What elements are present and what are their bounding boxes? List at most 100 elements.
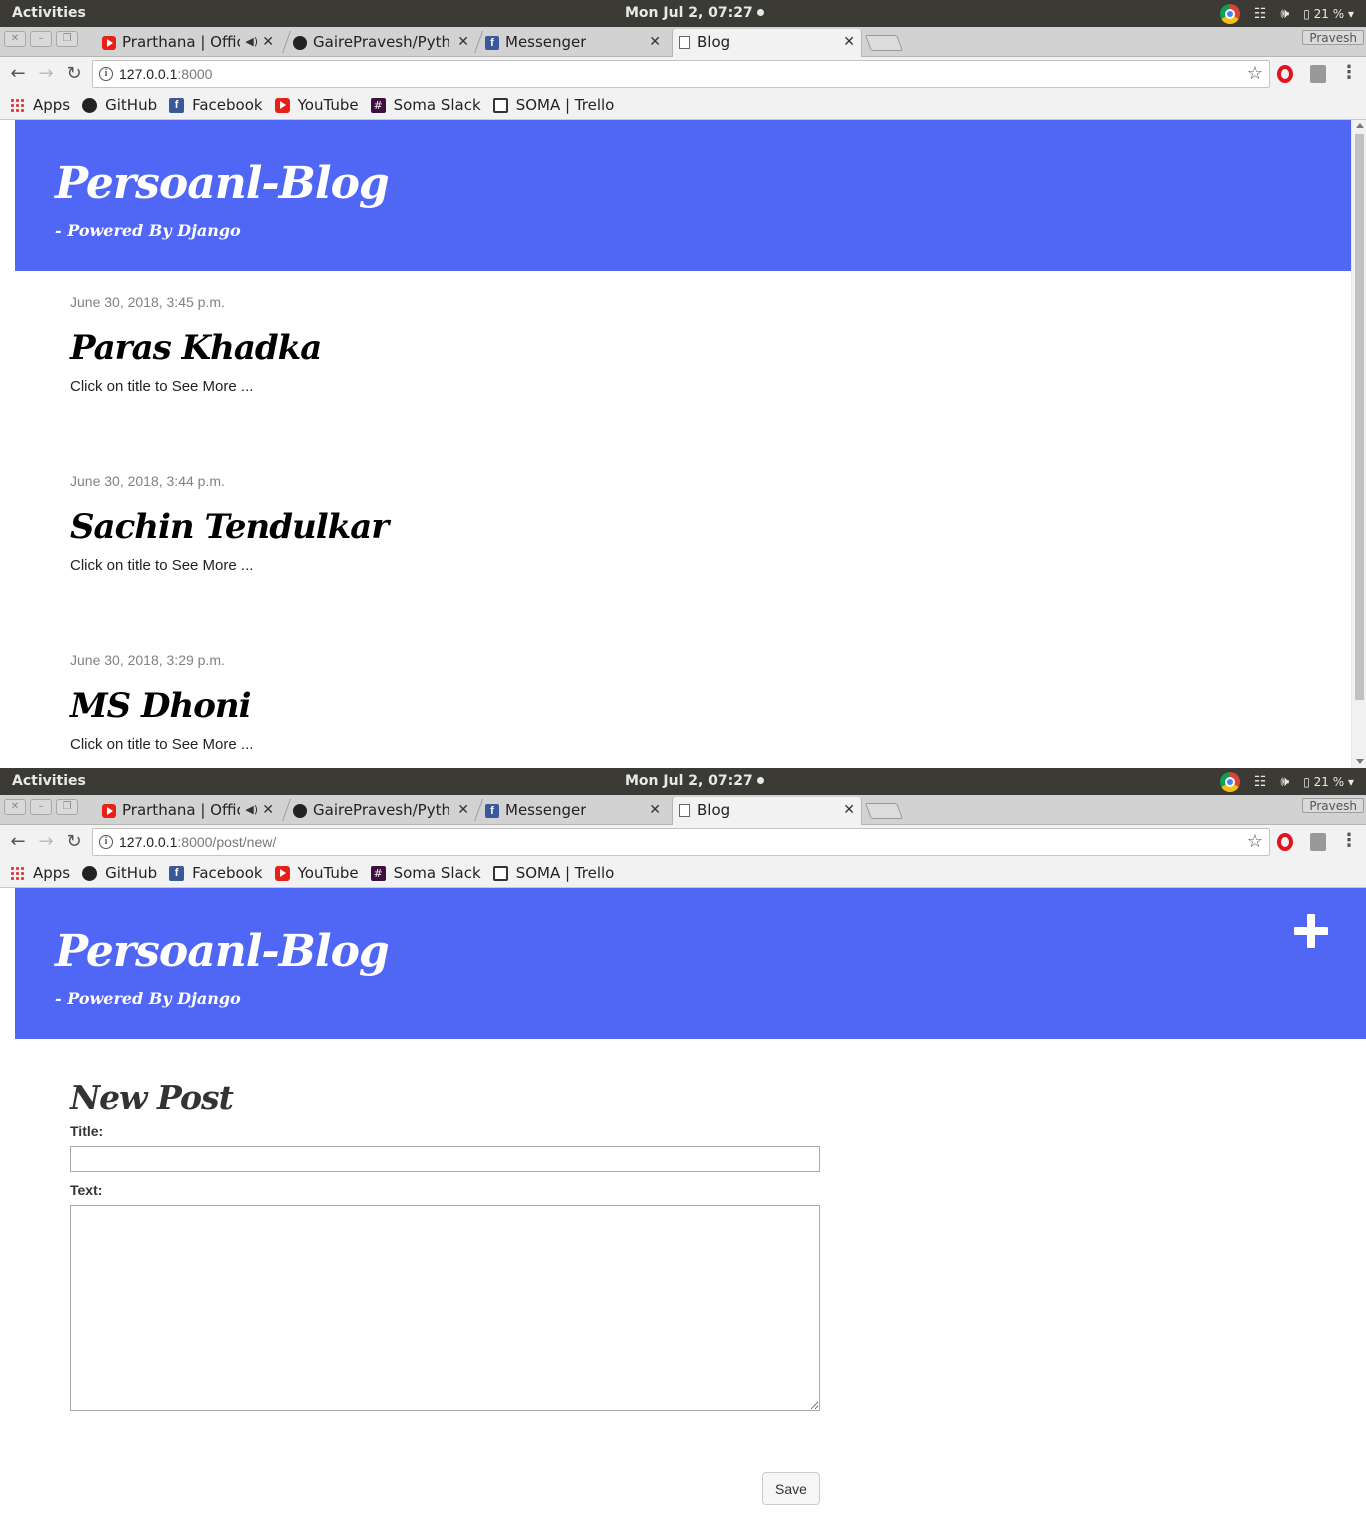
close-tab-icon[interactable]: ✕ [843,797,855,823]
address-bar[interactable]: i 127.0.0.1:8000 ☆ [92,60,1270,88]
new-tab-button[interactable] [865,35,903,51]
scroll-up-arrow-icon[interactable] [1356,123,1364,128]
github-icon [293,36,307,50]
maximize-window-icon[interactable]: ❐ [56,799,78,815]
system-tray[interactable]: ☷ 🕪 ▯ 21 % ▾ [1219,771,1354,793]
close-tab-icon[interactable]: ✕ [649,797,661,823]
close-tab-icon[interactable]: ✕ [457,29,469,55]
back-arrow-icon[interactable]: ← [6,62,30,86]
battery-status[interactable]: ▯ 21 % ▾ [1303,775,1354,789]
battery-status[interactable]: ▯ 21 % ▾ [1303,7,1354,21]
url-text[interactable]: 127.0.0.1:8000/post/new/ [119,834,276,850]
scrollbar-thumb[interactable] [1355,134,1364,700]
chrome-icon[interactable] [1219,772,1240,792]
url-host: 127.0.0.1 [119,834,178,850]
screenshot-new-post: Activities Mon Jul 2, 07:27 ☷ 🕪 ▯ 21 % ▾… [0,768,1366,1536]
tab-github[interactable]: GairePravesh/Pytho ✕ [289,797,475,825]
extension-icon[interactable] [1310,833,1326,851]
vertical-scrollbar[interactable] [1351,120,1366,768]
bookmark-soma-trello[interactable]: SOMA | Trello [492,864,614,882]
new-tab-button[interactable] [865,803,903,819]
url-text[interactable]: 127.0.0.1:8000 [119,66,212,82]
clock[interactable]: Mon Jul 2, 07:27 [625,5,764,21]
activities-button[interactable]: Activities [12,5,86,21]
volume-icon[interactable]: 🕪 [1280,774,1289,790]
reload-icon[interactable]: ↻ [62,62,86,86]
battery-icon: ▯ [1303,7,1314,21]
page-content: Persoanl-Blog - Powered By Django June 3… [0,120,1366,768]
bookmark-youtube[interactable]: YouTube [274,864,359,882]
minimize-window-icon[interactable]: – [30,799,52,815]
clock-text: Mon Jul 2, 07:27 [625,773,753,789]
opera-vpn-icon[interactable] [1277,65,1293,83]
add-post-plus-icon[interactable] [1294,914,1328,948]
tab-github[interactable]: GairePravesh/Pytho ✕ [289,29,475,57]
tab-blog[interactable]: Blog ✕ [672,29,862,57]
speaker-icon[interactable]: ◀) [245,29,258,55]
save-button[interactable]: Save [762,1472,820,1505]
chrome-icon[interactable] [1219,4,1240,24]
bookmark-star-icon[interactable]: ☆ [1247,63,1263,84]
bookmark-apps[interactable]: Apps [10,864,70,882]
network-icon[interactable]: ☷ [1254,6,1267,22]
close-tab-icon[interactable]: ✕ [262,797,274,823]
site-title[interactable]: Persoanl-Blog [55,158,390,209]
bookmark-label: SOMA | Trello [515,96,615,114]
system-tray[interactable]: ☷ 🕪 ▯ 21 % ▾ [1219,3,1354,25]
bookmark-facebook[interactable]: f Facebook [169,96,263,114]
bookmark-star-icon[interactable]: ☆ [1247,831,1263,852]
extension-icon[interactable] [1310,65,1326,83]
text-textarea[interactable] [70,1205,820,1411]
site-header: Persoanl-Blog - Powered By Django [15,120,1351,271]
menu-dots-icon[interactable]: ⋮ [1340,830,1358,851]
bookmark-soma-slack[interactable]: # Soma Slack [370,96,481,114]
menu-dots-icon[interactable]: ⋮ [1340,62,1358,83]
close-tab-icon[interactable]: ✕ [262,29,274,55]
forward-arrow-icon[interactable]: → [34,62,58,86]
tab-blog[interactable]: Blog ✕ [672,797,862,825]
volume-icon[interactable]: 🕪 [1280,6,1289,22]
bookmark-soma-slack[interactable]: # Soma Slack [370,864,481,882]
speaker-icon[interactable]: ◀) [245,797,258,823]
post-title-link[interactable]: Paras Khadka [70,328,322,368]
notification-dot-icon [756,777,764,784]
tab-youtube[interactable]: Prarthana | Offic ◀) ✕ [98,797,280,825]
back-arrow-icon[interactable]: ← [6,830,30,854]
title-input[interactable] [70,1146,820,1172]
bookmark-facebook[interactable]: f Facebook [169,864,263,882]
tab-youtube[interactable]: Prarthana | Offic ◀) ✕ [98,29,280,57]
close-tab-icon[interactable]: ✕ [457,797,469,823]
bookmark-youtube[interactable]: YouTube [274,96,359,114]
github-icon [82,865,98,881]
maximize-window-icon[interactable]: ❐ [56,31,78,47]
network-icon[interactable]: ☷ [1254,774,1267,790]
bookmark-apps[interactable]: Apps [10,96,70,114]
post-title-link[interactable]: Sachin Tendulkar [70,507,389,547]
facebook-icon: f [485,36,499,50]
post-title-link[interactable]: MS Dhoni [70,686,252,726]
document-icon [679,804,690,817]
reload-icon[interactable]: ↻ [62,830,86,854]
activities-button[interactable]: Activities [12,773,86,789]
site-title[interactable]: Persoanl-Blog [55,926,390,977]
clock[interactable]: Mon Jul 2, 07:27 [625,773,764,789]
opera-vpn-icon[interactable] [1277,833,1293,851]
info-icon[interactable]: i [99,835,113,849]
post-date: June 30, 2018, 3:29 p.m. [70,652,225,668]
bookmark-github[interactable]: GitHub [82,864,157,882]
tab-messenger[interactable]: f Messenger ✕ [481,797,667,825]
forward-arrow-icon[interactable]: → [34,830,58,854]
bookmark-github[interactable]: GitHub [82,96,157,114]
close-window-icon[interactable]: ✕ [4,799,26,815]
close-tab-icon[interactable]: ✕ [649,29,661,55]
address-bar[interactable]: i 127.0.0.1:8000/post/new/ ☆ [92,828,1270,856]
bookmark-soma-trello[interactable]: SOMA | Trello [492,96,615,114]
minimize-window-icon[interactable]: – [30,31,52,47]
close-window-icon[interactable]: ✕ [4,31,26,47]
scroll-down-arrow-icon[interactable] [1356,759,1364,764]
profile-button[interactable]: Pravesh [1302,30,1364,45]
info-icon[interactable]: i [99,67,113,81]
profile-button[interactable]: Pravesh [1302,798,1364,813]
tab-messenger[interactable]: f Messenger ✕ [481,29,667,57]
close-tab-icon[interactable]: ✕ [843,29,855,55]
